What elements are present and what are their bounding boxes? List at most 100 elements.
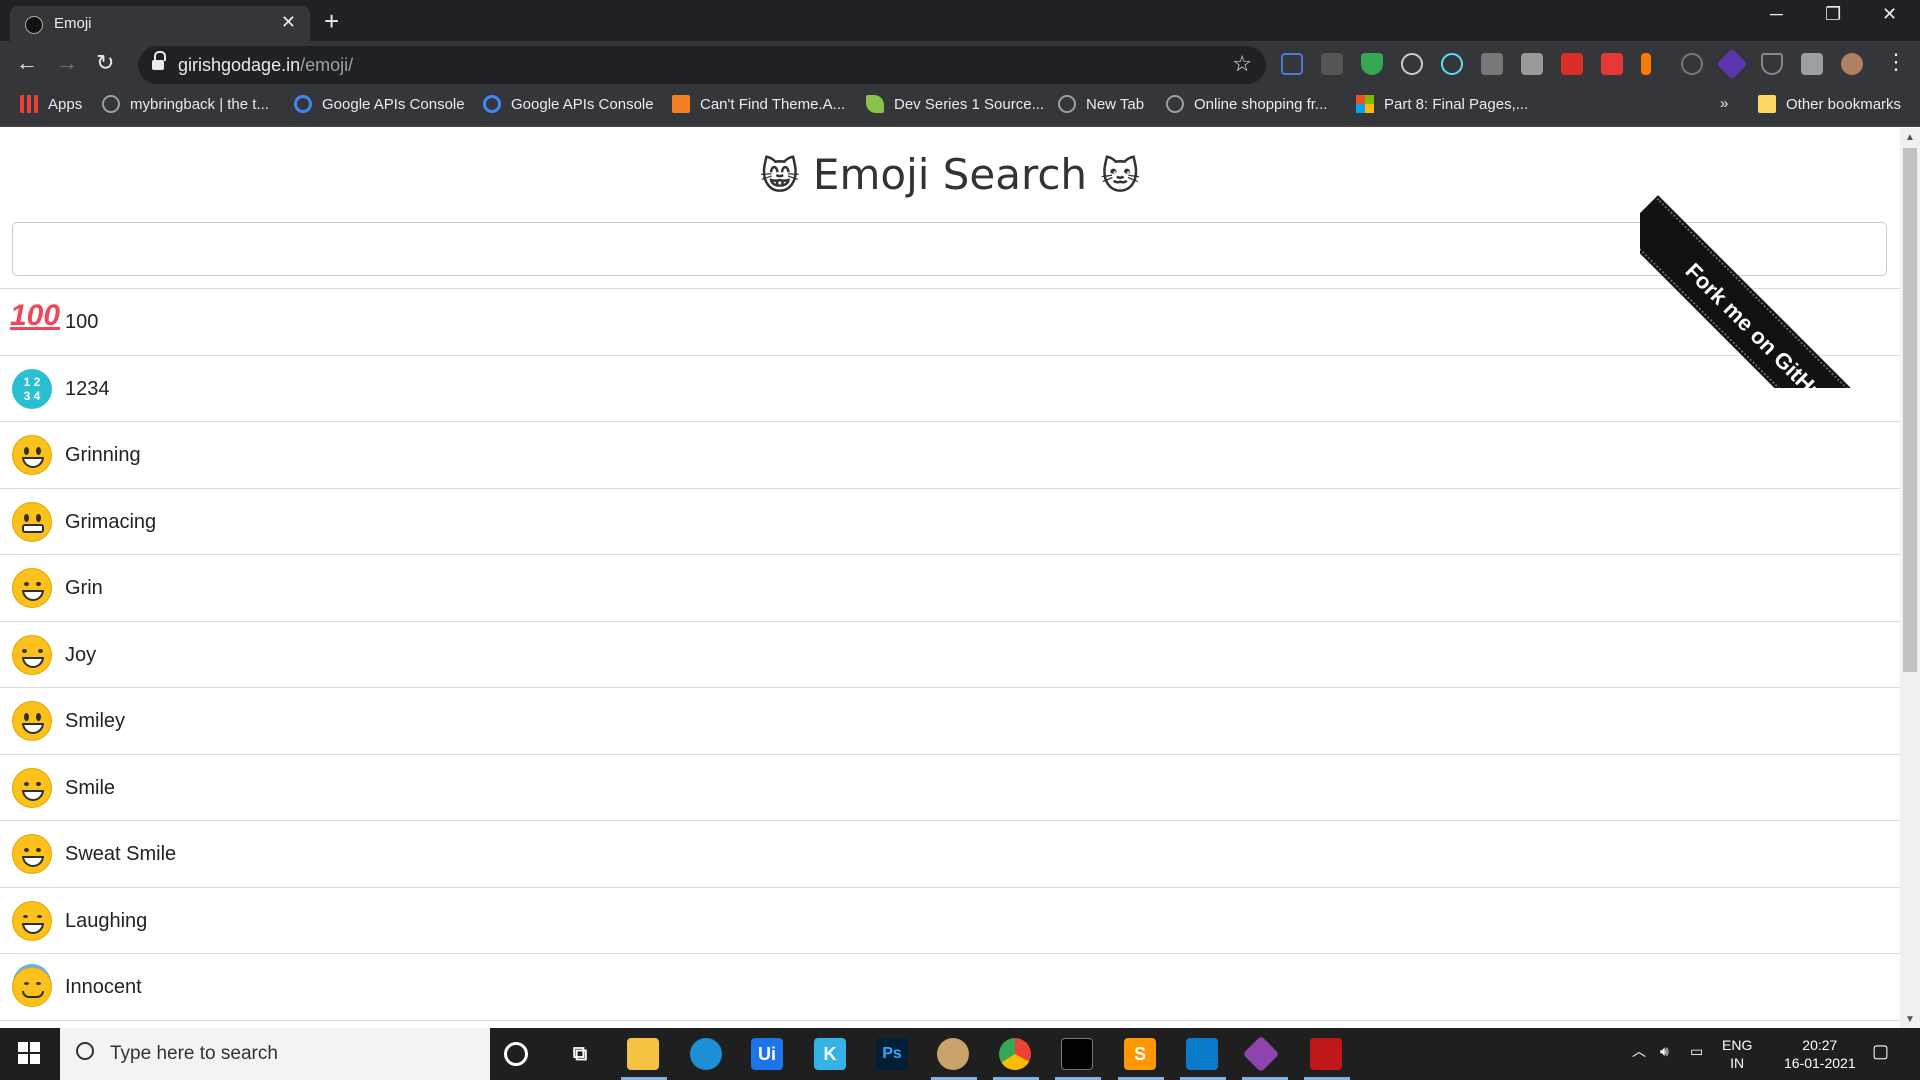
emoji-search-input[interactable] [12, 222, 1887, 276]
list-item[interactable]: Smile [0, 753, 1900, 821]
new-tab-button[interactable]: + [324, 6, 339, 37]
grin-face-icon [12, 568, 52, 608]
list-item[interactable]: Laughing [0, 886, 1900, 954]
clock[interactable]: 20:27 16-01-2021 [1784, 1036, 1856, 1072]
bookmark-item[interactable]: Online shopping fr... [1166, 95, 1327, 113]
tab-close-icon[interactable]: ✕ [281, 12, 296, 33]
tab-favicon-icon [25, 16, 43, 34]
task-view-icon[interactable]: ⧉ [564, 1038, 596, 1070]
bookmark-item[interactable]: Part 8: Final Pages,... [1356, 95, 1528, 113]
vscode-icon[interactable] [1186, 1038, 1218, 1070]
page-title: 😸 Emoji Search 🐱 [759, 150, 1141, 199]
input-numbers-icon: 1 23 4 [12, 368, 52, 409]
reload-icon[interactable]: ↻ [96, 50, 114, 76]
bookmark-item[interactable]: New Tab [1058, 95, 1144, 113]
mcafee-icon[interactable] [1310, 1038, 1342, 1070]
grinning-face-icon [12, 435, 52, 475]
joy-face-icon [12, 634, 52, 675]
bookmark-item[interactable]: mybringback | the t... [102, 95, 269, 113]
notifications-icon[interactable]: ▢ [1872, 1042, 1889, 1060]
bookmarks-overflow-button[interactable]: » [1720, 95, 1728, 112]
scroll-up-icon[interactable]: ▲ [1905, 132, 1915, 143]
apps-grid-icon [20, 95, 38, 113]
extension-new-icon[interactable] [1321, 53, 1343, 75]
sublime-text-icon[interactable]: S [1124, 1038, 1156, 1070]
profile-avatar[interactable] [1841, 53, 1863, 75]
smile-face-icon [12, 767, 52, 808]
rocket-icon [866, 95, 884, 113]
edge-icon[interactable] [690, 1038, 722, 1070]
extension-lightning-icon[interactable] [1601, 53, 1623, 75]
scroll-down-icon[interactable]: ▼ [1905, 1014, 1915, 1025]
windows-start-icon[interactable] [18, 1042, 40, 1064]
battery-icon[interactable]: ▭ [1690, 1042, 1703, 1060]
bookmark-apps[interactable]: Apps [20, 95, 82, 113]
smiley-face-icon [12, 701, 52, 741]
forward-icon[interactable]: → [56, 50, 78, 76]
taskbar-search-box[interactable]: Type here to search [60, 1028, 490, 1080]
list-item[interactable]: Joy [0, 620, 1900, 688]
extension-orange-icon[interactable] [1641, 53, 1651, 75]
extension-purple-icon[interactable] [1716, 48, 1748, 80]
lock-icon [152, 51, 166, 71]
extension-react-icon[interactable] [1441, 53, 1463, 75]
title-right-emoji: 🐱 [1100, 154, 1141, 198]
photoshop-icon[interactable]: Ps [876, 1038, 908, 1070]
list-item[interactable]: 100 100 [0, 288, 1900, 355]
extension-pocket-icon[interactable] [1761, 53, 1783, 75]
list-item[interactable]: Grinning [0, 421, 1900, 488]
browser-toolbar: ← → ↻ girishgodage.in/emoji/ ☆ ⋮ [0, 41, 1920, 89]
menu-kebab-icon[interactable]: ⋮ [1885, 49, 1907, 75]
laughing-face-icon [12, 900, 52, 941]
extension-a-icon[interactable] [1481, 53, 1503, 75]
extension-red-icon[interactable] [1561, 53, 1583, 75]
list-item[interactable]: Grimacing [0, 487, 1900, 555]
kotlin-app-icon[interactable]: K [814, 1038, 846, 1070]
extension-shield-icon[interactable] [1361, 53, 1383, 75]
paint-icon[interactable] [937, 1038, 969, 1070]
extension-ui-icon[interactable] [1281, 53, 1303, 75]
list-item[interactable] [0, 1019, 1900, 1029]
url-text[interactable]: girishgodage.in/emoji/ [178, 55, 353, 76]
scrollbar-thumb[interactable] [1903, 148, 1917, 672]
google-icon [294, 95, 312, 113]
browser-tab[interactable]: Emoji ✕ [10, 6, 310, 41]
bookmark-item[interactable]: Can't Find Theme.A... [672, 95, 845, 113]
show-hidden-icons-chevron[interactable]: ︿ [1632, 1042, 1646, 1060]
close-window-button[interactable]: ✕ [1882, 4, 1897, 25]
volume-icon[interactable]: 🔊︎ [1660, 1042, 1669, 1060]
minimize-button[interactable]: ─ [1770, 4, 1783, 25]
file-explorer-icon[interactable] [627, 1038, 659, 1070]
cortana-icon[interactable] [504, 1042, 528, 1066]
uipath-icon[interactable]: Ui [751, 1038, 783, 1070]
extension-broadcast-icon[interactable] [1681, 53, 1703, 75]
page-scrollbar[interactable]: ▲ ▼ [1900, 128, 1920, 1028]
address-bar[interactable]: girishgodage.in/emoji/ ☆ [138, 46, 1266, 84]
emoji-list: 100 100 1 23 4 1234 Grinning Grimacing G… [0, 288, 1900, 1028]
git-app-icon[interactable] [1242, 1035, 1280, 1073]
folder-icon [1758, 95, 1776, 113]
tab-title: Emoji [54, 15, 92, 32]
other-bookmarks-button[interactable]: Other bookmarks [1758, 95, 1901, 113]
terminal-icon[interactable] [1061, 1038, 1093, 1070]
restore-button[interactable]: ❐ [1825, 4, 1841, 25]
extensions-puzzle-icon[interactable] [1801, 53, 1823, 75]
bookmark-item[interactable]: Google APIs Console [483, 95, 654, 113]
bookmark-item[interactable]: Dev Series 1 Source... [866, 95, 1044, 113]
extension-target-icon[interactable] [1401, 53, 1423, 75]
chrome-icon[interactable] [999, 1038, 1031, 1070]
extension-camera-icon[interactable] [1521, 53, 1543, 75]
bookmark-item[interactable]: Google APIs Console [294, 95, 465, 113]
list-item[interactable]: Sweat Smile [0, 820, 1900, 887]
bookmark-star-icon[interactable]: ☆ [1232, 51, 1252, 77]
list-item[interactable]: 1 23 4 1234 [0, 354, 1900, 422]
list-item[interactable]: Smiley [0, 687, 1900, 754]
language-indicator[interactable]: ENG IN [1722, 1036, 1752, 1072]
github-ribbon[interactable]: Fork me on GitHub [1640, 128, 1900, 388]
browser-titlebar: Emoji ✕ + ─ ❐ ✕ [0, 0, 1920, 41]
list-item[interactable]: Innocent [0, 953, 1900, 1020]
list-item[interactable]: Grin [0, 554, 1900, 621]
github-ribbon-label[interactable]: Fork me on GitHub [1640, 198, 1899, 388]
globe-icon [1166, 95, 1184, 113]
back-icon[interactable]: ← [16, 50, 38, 76]
